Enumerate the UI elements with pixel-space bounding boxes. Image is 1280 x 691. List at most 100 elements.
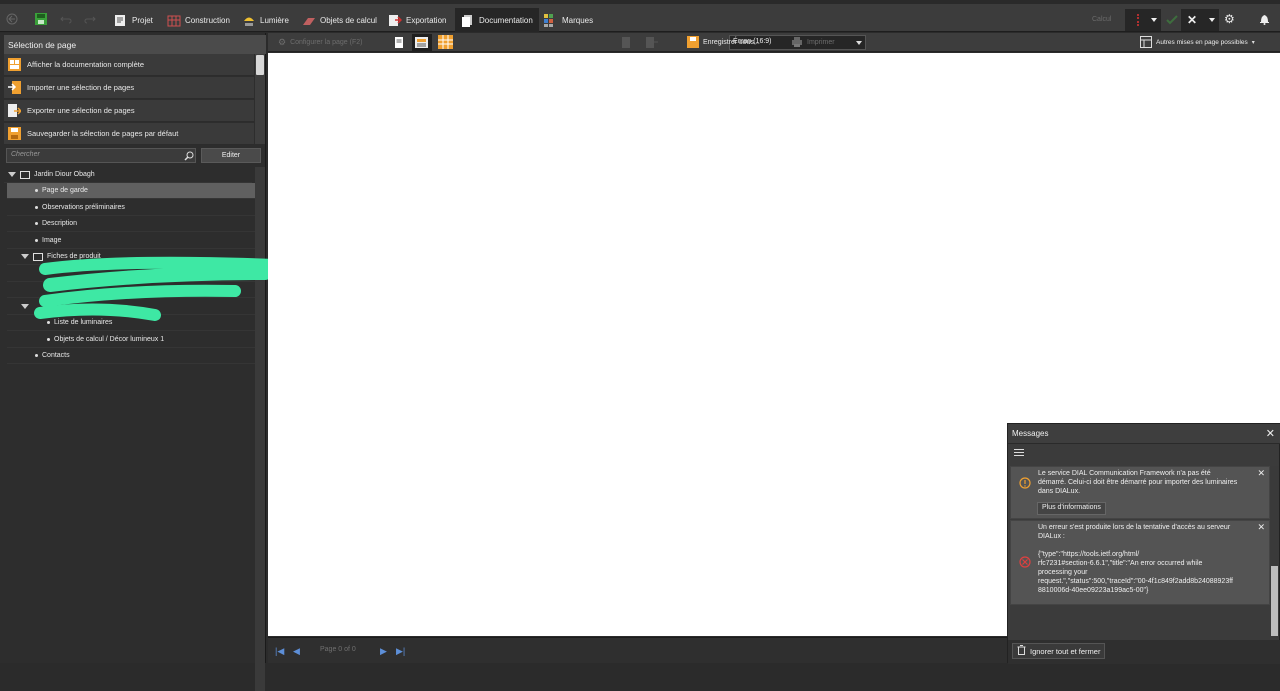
message-text: Un erreur s'est produite lors de la tent… xyxy=(1038,524,1233,594)
chevron-down-icon xyxy=(856,41,862,45)
menu-projet-label: Projet xyxy=(132,15,153,25)
check-icon[interactable] xyxy=(1166,14,1178,28)
expand-arrow-icon[interactable] xyxy=(21,304,29,309)
more-info-button[interactable]: Plus d'informations xyxy=(1037,502,1106,515)
expand-arrow-icon[interactable] xyxy=(21,254,29,259)
print-button[interactable]: Imprimer xyxy=(791,35,835,50)
messages-footer: Ignorer tout et fermer xyxy=(1008,640,1280,664)
actions-scrollbar[interactable] xyxy=(255,54,265,144)
other-layouts-label: Autres mises en page possibles xyxy=(1156,39,1248,46)
calc-status-icon xyxy=(1137,14,1141,26)
messages-scrollbar[interactable] xyxy=(1270,466,1279,638)
menu-construction[interactable]: Construction xyxy=(167,8,230,32)
hamburger-menu-icon[interactable] xyxy=(1014,449,1024,458)
warning-icon xyxy=(1019,477,1031,491)
documentation-icon xyxy=(461,14,473,27)
menu-construction-label: Construction xyxy=(185,15,230,25)
close-icon[interactable]: ✕ xyxy=(1257,522,1265,533)
menu-objets-de-calcul[interactable]: Objets de calcul xyxy=(302,8,377,32)
last-page-icon[interactable]: ▶| xyxy=(396,646,405,657)
tree-label: Jardin Diour Obagh xyxy=(34,171,95,178)
messages-panel: Messages ✕ ✕ Le service DIAL Communicati… xyxy=(1007,423,1280,664)
tree-item-observations[interactable]: Observations préliminaires xyxy=(7,200,255,216)
close-icon[interactable]: ✕ xyxy=(1257,468,1265,479)
gear-icon[interactable]: ⚙ xyxy=(1224,12,1235,26)
page-indicator: Page 0 of 0 xyxy=(320,646,356,653)
other-layouts-button[interactable]: Autres mises en page possibles ▾ xyxy=(1140,35,1255,50)
search-input[interactable]: Chercher xyxy=(6,148,196,163)
first-page-icon[interactable]: |◀ xyxy=(275,646,284,657)
calcul-label: Calcul xyxy=(1092,16,1112,23)
tree-label: Contacts xyxy=(42,352,70,359)
import-icon xyxy=(8,81,21,94)
bell-icon[interactable] xyxy=(1259,13,1270,27)
menu-exportation[interactable]: Exportation xyxy=(388,8,446,32)
menu-objets-de-calcul-label: Objets de calcul xyxy=(320,15,377,25)
chevron-down-icon xyxy=(1151,18,1157,22)
edit-button[interactable]: Editer xyxy=(201,148,261,163)
tree-item-page-de-garde[interactable]: Page de garde xyxy=(7,183,255,199)
save-as-button[interactable]: Enregistrer sous... xyxy=(687,35,760,50)
tree-label: Observations préliminaires xyxy=(42,204,125,211)
action-label: Importer une sélection de pages xyxy=(27,83,135,92)
configure-page-button[interactable]: ⚙ Configurer la page (F2) xyxy=(278,35,362,50)
ignore-all-and-close-button[interactable]: Ignorer tout et fermer xyxy=(1012,643,1106,659)
menu-marques[interactable]: Marques xyxy=(544,8,593,32)
import-page-selection-button[interactable]: Importer une sélection de pages xyxy=(4,77,254,99)
main-menu-bar: Projet Construction Lumière Objets de ca… xyxy=(0,0,1280,32)
move-page-icon[interactable] xyxy=(645,36,659,51)
menu-lumiere-label: Lumière xyxy=(260,15,289,25)
previous-page-icon[interactable]: ◀ xyxy=(293,646,300,657)
close-icon[interactable]: ✕ xyxy=(1266,427,1275,440)
next-page-icon[interactable]: ▶ xyxy=(380,646,387,657)
ignore-all-label: Ignorer tout et fermer xyxy=(1030,646,1101,656)
bullet-icon xyxy=(35,222,38,225)
gear-icon: ⚙ xyxy=(278,37,287,47)
messages-title: Messages xyxy=(1008,424,1280,444)
redaction-scribble xyxy=(34,256,280,321)
document-grid-icon xyxy=(8,58,21,71)
undo-icon[interactable] xyxy=(60,13,74,27)
scrollbar-thumb[interactable] xyxy=(1271,566,1278,636)
save-icon[interactable] xyxy=(34,12,48,26)
folder-icon xyxy=(20,170,30,179)
documentation-toolbar: ⚙ Configurer la page (F2) Écran (16:9) E… xyxy=(268,33,1280,52)
tree-scrollbar[interactable] xyxy=(255,167,265,691)
menu-documentation[interactable]: Documentation xyxy=(455,8,539,32)
message-text: Le service DIAL Communication Framework … xyxy=(1038,470,1238,495)
trash-icon xyxy=(1017,645,1026,657)
chevron-down-icon: ▾ xyxy=(1251,40,1255,46)
show-full-documentation-button[interactable]: Afficher la documentation complète xyxy=(4,54,254,76)
save-default-selection-button[interactable]: Sauvegarder la sélection de pages par dé… xyxy=(4,123,254,145)
page-view-icon[interactable] xyxy=(394,36,404,51)
search-icon[interactable] xyxy=(184,151,194,161)
redo-icon[interactable] xyxy=(84,13,98,27)
tree-item-image[interactable]: Image xyxy=(7,233,255,249)
bullet-icon xyxy=(35,239,38,242)
tree-node-project[interactable]: Jardin Diour Obagh xyxy=(4,167,252,183)
scrollbar-thumb[interactable] xyxy=(256,55,264,75)
panel-title: Sélection de page xyxy=(4,35,266,54)
tree-item-objets-de-calcul[interactable]: Objets de calcul / Décor lumineux 1 xyxy=(7,332,255,348)
expand-arrow-icon[interactable] xyxy=(8,172,16,177)
bullet-icon xyxy=(35,354,38,357)
new-page-icon[interactable] xyxy=(621,36,631,51)
configure-page-label: Configurer la page (F2) xyxy=(290,39,363,46)
calc-status-button[interactable] xyxy=(1125,9,1161,31)
tree-item-description[interactable]: Description xyxy=(7,216,255,232)
back-icon[interactable] xyxy=(6,13,20,27)
tree-label: Objets de calcul / Décor lumineux 1 xyxy=(54,336,165,343)
page-thumbnails-icon[interactable] xyxy=(412,34,432,51)
menu-projet[interactable]: Projet xyxy=(114,8,153,32)
printer-icon xyxy=(791,36,803,50)
brands-grid-icon xyxy=(544,13,556,27)
export-icon xyxy=(388,14,403,27)
menu-lumiere[interactable]: Lumière xyxy=(242,8,289,32)
export-page-selection-button[interactable]: Exporter une sélection de pages xyxy=(4,100,254,122)
print-label: Imprimer xyxy=(807,39,835,46)
tree-item-contacts[interactable]: Contacts xyxy=(7,348,255,364)
cancel-calc-button[interactable]: ✕ xyxy=(1181,9,1219,31)
bullet-icon xyxy=(35,189,38,192)
layout-icon xyxy=(1140,35,1152,50)
page-grid-icon[interactable] xyxy=(438,35,453,51)
